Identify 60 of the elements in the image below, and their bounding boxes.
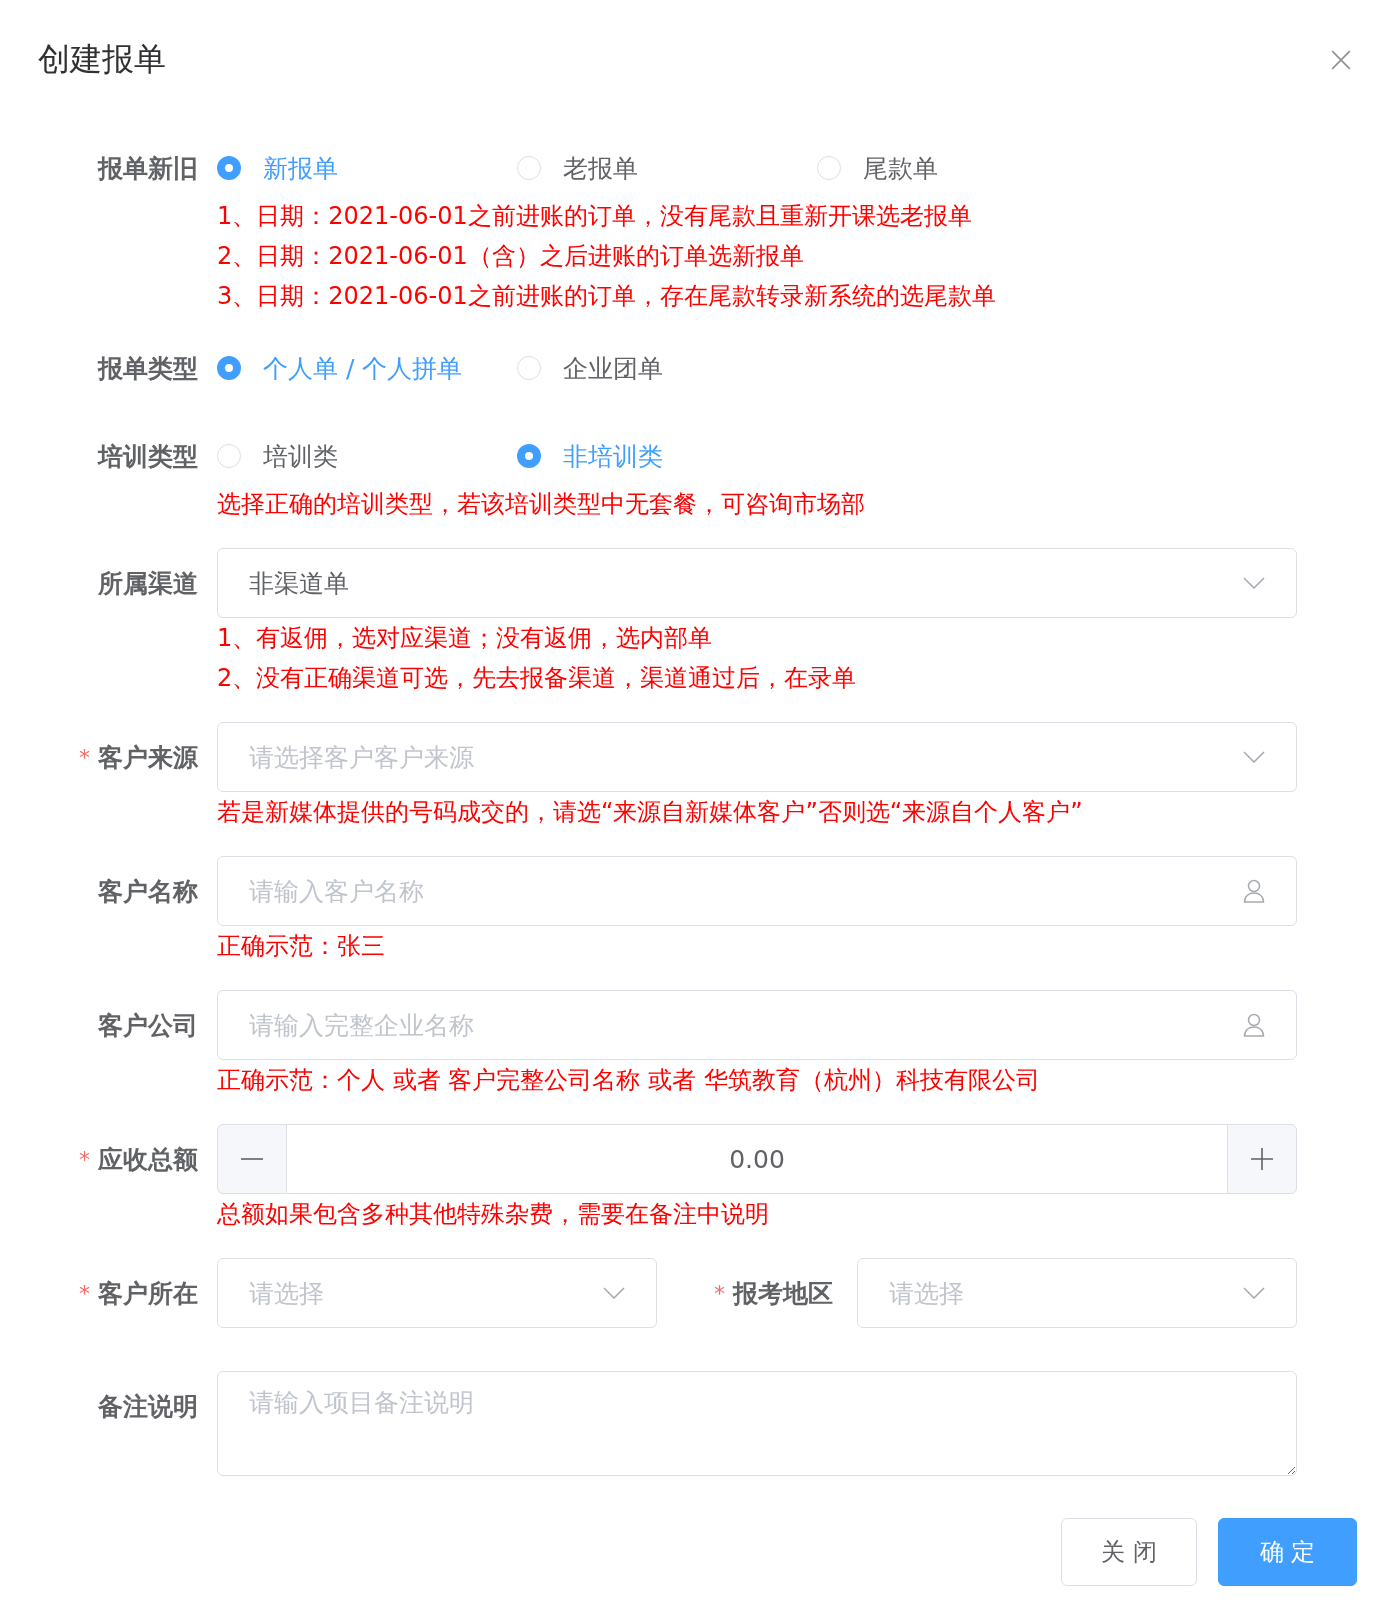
radio-option[interactable]: 老报单 bbox=[517, 151, 817, 185]
select-field[interactable]: 请选择 bbox=[217, 1258, 657, 1328]
remark-textarea[interactable]: 请输入项目备注说明 bbox=[217, 1371, 1297, 1476]
radio-option[interactable]: 企业团单 bbox=[517, 351, 817, 385]
radio-circle[interactable] bbox=[517, 444, 541, 468]
user-icon bbox=[1243, 879, 1265, 903]
field-label: 报考地区 bbox=[733, 1277, 833, 1310]
decrease-button[interactable] bbox=[217, 1124, 287, 1194]
hint-text: 若是新媒体提供的号码成交的，请选“来源自新媒体客户”否则选“来源自个人客户” bbox=[217, 797, 1084, 828]
close-icon[interactable] bbox=[1330, 49, 1352, 71]
radio-circle[interactable] bbox=[217, 356, 241, 380]
field-label: 客户所在 bbox=[98, 1277, 198, 1310]
dialog-title: 创建报单 bbox=[38, 39, 166, 80]
plus-icon bbox=[1251, 1148, 1273, 1170]
field-label: 客户公司 bbox=[98, 1009, 198, 1042]
radio-label: 老报单 bbox=[563, 152, 638, 185]
chevron-down-icon bbox=[603, 1287, 625, 1299]
required-mark: * bbox=[79, 1146, 90, 1172]
field-label: 备注说明 bbox=[98, 1390, 198, 1423]
amount-field[interactable]: 0.00 bbox=[287, 1124, 1227, 1194]
radio-circle[interactable] bbox=[217, 156, 241, 180]
field-label: 报单类型 bbox=[98, 352, 198, 385]
field-label: 应收总额 bbox=[98, 1143, 198, 1176]
hint-text: 1、有返佣，选对应渠道；没有返佣，选内部单 bbox=[217, 623, 714, 654]
radio-label: 企业团单 bbox=[563, 352, 663, 385]
field-label: 培训类型 bbox=[98, 440, 198, 473]
hint-text: 1、日期：2021-06-01之前进账的订单，没有尾款且重新开课选老报单 bbox=[217, 201, 973, 232]
hint-text: 正确示范：张三 bbox=[217, 931, 386, 962]
radio-label: 尾款单 bbox=[863, 152, 938, 185]
chevron-down-icon bbox=[1243, 1287, 1265, 1299]
hint-text: 正确示范：个人 或者 客户完整公司名称 或者 华筑教育（杭州）科技有限公司 bbox=[217, 1065, 1041, 1096]
radio-option[interactable]: 培训类 bbox=[217, 439, 517, 473]
chevron-down-icon bbox=[1243, 577, 1265, 589]
select-field[interactable]: 请选择客户客户来源 bbox=[217, 722, 1297, 792]
radio-label: 个人单 / 个人拼单 bbox=[263, 352, 463, 385]
hint-text: 总额如果包含多种其他特殊杂费，需要在备注中说明 bbox=[217, 1199, 770, 1230]
increase-button[interactable] bbox=[1227, 1124, 1297, 1194]
hint-text: 选择正确的培训类型，若该培训类型中无套餐，可咨询市场部 bbox=[217, 489, 866, 520]
hint-text: 2、日期：2021-06-01（含）之后进账的订单选新报单 bbox=[217, 241, 805, 272]
select-field[interactable]: 请选择 bbox=[857, 1258, 1297, 1328]
user-icon bbox=[1243, 1013, 1265, 1037]
field-label: 报单新旧 bbox=[98, 152, 198, 185]
radio-option[interactable]: 尾款单 bbox=[817, 151, 1117, 185]
chevron-down-icon bbox=[1243, 751, 1265, 763]
required-mark: * bbox=[79, 1280, 90, 1306]
input-field[interactable]: 请输入客户名称 bbox=[217, 856, 1297, 926]
minus-icon bbox=[241, 1158, 263, 1160]
radio-label: 非培训类 bbox=[563, 440, 663, 473]
hint-text: 2、没有正确渠道可选，先去报备渠道，渠道通过后，在录单 bbox=[217, 663, 858, 694]
input-field[interactable]: 请输入完整企业名称 bbox=[217, 990, 1297, 1060]
field-label: 客户名称 bbox=[98, 875, 198, 908]
hint-text: 3、日期：2021-06-01之前进账的订单，存在尾款转录新系统的选尾款单 bbox=[217, 281, 997, 312]
required-mark: * bbox=[714, 1280, 725, 1306]
select-field[interactable]: 非渠道单 bbox=[217, 548, 1297, 618]
close-button[interactable]: 关 闭 bbox=[1061, 1518, 1197, 1586]
field-label: 客户来源 bbox=[98, 741, 198, 774]
required-mark: * bbox=[79, 744, 90, 770]
field-label: 所属渠道 bbox=[98, 567, 198, 600]
radio-label: 培训类 bbox=[263, 440, 338, 473]
radio-label: 新报单 bbox=[263, 152, 338, 185]
